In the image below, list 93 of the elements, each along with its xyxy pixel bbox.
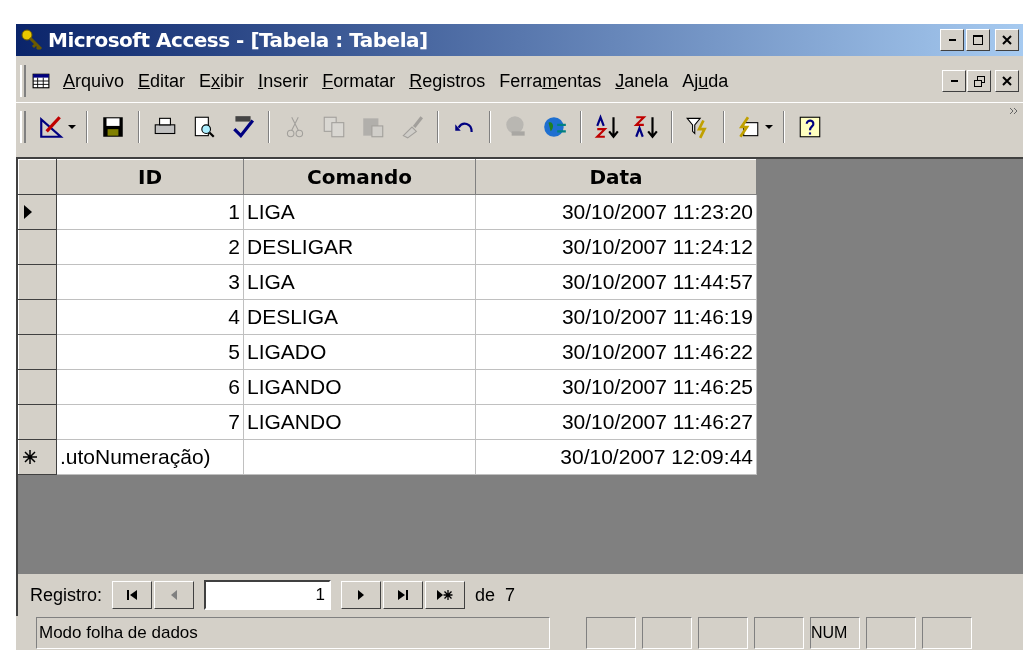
table-cell: 3: [56, 264, 244, 300]
minimize-icon: [948, 39, 956, 41]
sortasc-icon: [594, 114, 620, 140]
record-count: de 7: [475, 584, 516, 606]
table-cell: 30/10/2007 11:46:22: [475, 334, 757, 370]
row-selector[interactable]: [18, 194, 57, 230]
status-panel: [586, 617, 636, 649]
last-record-button[interactable]: [383, 581, 424, 609]
record-number-field[interactable]: 1: [204, 580, 332, 610]
undo-icon: [454, 121, 474, 133]
menu-item[interactable]: Exibir: [192, 70, 252, 92]
table-cell: 1: [56, 194, 244, 230]
table-cell: LIGANDO: [243, 404, 476, 440]
table-cell: 6: [56, 369, 244, 405]
table-cell: LIGANDO: [243, 369, 476, 405]
row-selector[interactable]: [18, 264, 57, 300]
close-icon: [1002, 76, 1012, 86]
caret-icon: [765, 125, 773, 129]
status-panel: [922, 617, 972, 649]
close-button[interactable]: [995, 29, 1019, 51]
menu-item[interactable]: Inserir: [251, 70, 316, 92]
menu-item[interactable]: Janela: [608, 70, 676, 92]
status-indicator: NUM: [810, 617, 860, 649]
row-selector[interactable]: [18, 334, 57, 370]
select-all-corner[interactable]: [18, 159, 57, 195]
datasheet-icon[interactable]: [32, 72, 50, 90]
last-icon: [397, 589, 410, 601]
table-cell: LIGA: [243, 264, 476, 300]
row-selector[interactable]: [18, 229, 57, 265]
first-icon: [126, 589, 139, 601]
table-cell: 30/10/2007 11:46:25: [475, 369, 757, 405]
menu-item[interactable]: Editar: [131, 70, 193, 92]
new-record-button[interactable]: [425, 581, 466, 609]
table-cell: 30/10/2007 11:23:20: [475, 194, 757, 230]
design-icon: [38, 114, 64, 140]
minimize-button[interactable]: [942, 70, 966, 92]
table-cell: .utoNumeração): [56, 439, 244, 475]
row-selector[interactable]: [18, 404, 57, 440]
status-panel: [754, 617, 804, 649]
table-cell: 30/10/2007 12:09:44: [475, 439, 757, 475]
record-label: Registro:: [30, 584, 103, 606]
menu-item[interactable]: Formatar: [315, 70, 403, 92]
next-record-button[interactable]: [341, 581, 382, 609]
close-button[interactable]: [995, 70, 1019, 92]
caret-icon: [68, 125, 76, 129]
menu-bar-grip[interactable]: [20, 65, 26, 97]
menu-item[interactable]: Ferramentas: [492, 70, 609, 92]
table-cell: 4: [56, 299, 244, 335]
maximize-button[interactable]: [966, 29, 990, 51]
new-record-icon: [23, 450, 37, 464]
row-selector[interactable]: [18, 299, 57, 335]
table-cell: 30/10/2007 11:46:27: [475, 404, 757, 440]
column-header[interactable]: Comando: [243, 159, 476, 195]
sortdesc-icon: [633, 114, 659, 140]
close-icon: [1002, 35, 1012, 45]
minimize-button[interactable]: [940, 29, 964, 51]
table-cell: DESLIGA: [243, 299, 476, 335]
table-cell: DESLIGAR: [243, 229, 476, 265]
copy-icon: [321, 114, 347, 140]
menu-item[interactable]: Ajuda: [675, 70, 736, 92]
table-cell: 5: [56, 334, 244, 370]
toolbar-overflow-icon[interactable]: [1009, 107, 1019, 115]
table-cell: 30/10/2007 11:46:19: [475, 299, 757, 335]
status-panel: [642, 617, 692, 649]
table-cell: 7: [56, 404, 244, 440]
current-record-icon: [23, 205, 33, 219]
minimize-icon: [950, 80, 958, 82]
restore-button[interactable]: [967, 70, 991, 92]
new-record-icon: [437, 589, 454, 601]
row-selector[interactable]: [18, 369, 57, 405]
row-selector[interactable]: [18, 439, 57, 475]
spelling-icon: [230, 114, 256, 140]
menu-item[interactable]: Arquivo: [56, 70, 132, 92]
status-text: Modo folha de dados: [36, 617, 550, 649]
column-header[interactable]: Data: [475, 159, 757, 195]
maximize-icon: [973, 35, 983, 45]
table-cell: 30/10/2007 11:44:57: [475, 264, 757, 300]
toolbar-grip[interactable]: [20, 111, 26, 143]
help-icon: [797, 114, 823, 140]
menu-item[interactable]: Registros: [402, 70, 493, 92]
window-title: Microsoft Access - [Tabela : Tabela]: [48, 28, 428, 52]
restore-icon: [973, 75, 985, 87]
table-cell: LIGADO: [243, 334, 476, 370]
table-cell: 2: [56, 229, 244, 265]
column-header[interactable]: ID: [56, 159, 244, 195]
status-panel: [698, 617, 748, 649]
table-cell: 30/10/2007 11:24:12: [475, 229, 757, 265]
first-record-button[interactable]: [112, 581, 153, 609]
save-icon: [100, 114, 126, 140]
key-icon: [20, 28, 44, 52]
status-panel: [866, 617, 916, 649]
globe-icon: [542, 114, 568, 140]
table-cell: LIGA: [243, 194, 476, 230]
